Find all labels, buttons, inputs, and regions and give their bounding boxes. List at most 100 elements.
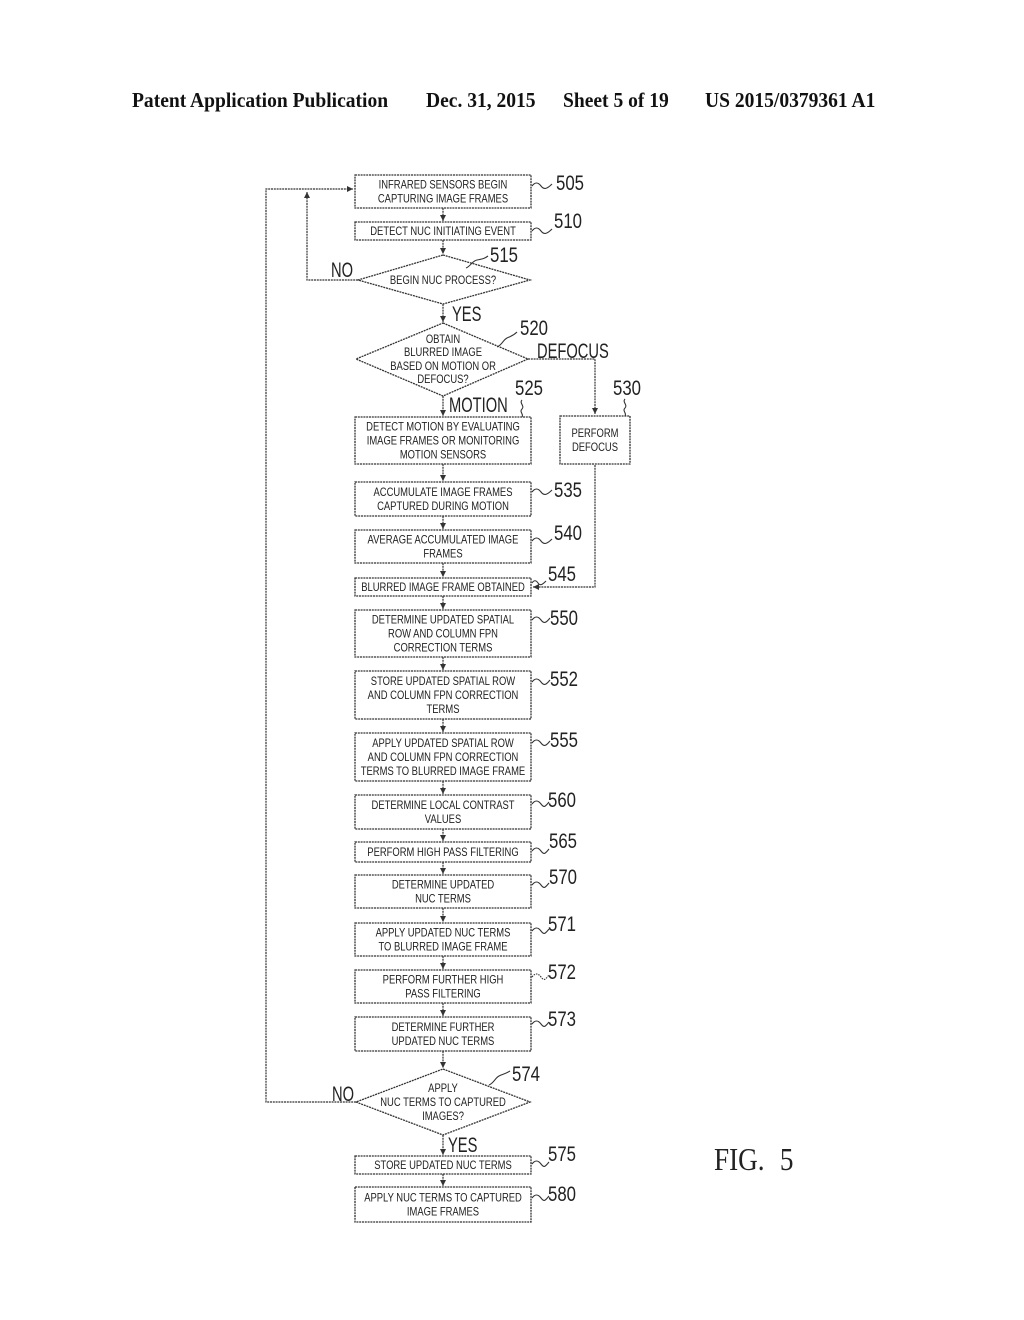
ref-label-560: 560 xyxy=(548,789,576,812)
step-555-text-line: TERMS TO BLURRED IMAGE FRAME xyxy=(361,765,525,778)
branch-label-520-motion: MOTION xyxy=(449,393,508,416)
decision-520-text-line: BLURRED IMAGE xyxy=(404,346,482,359)
step-575-text-line: STORE UPDATED NUC TERMS xyxy=(374,1159,512,1172)
decision-520-text-line: OBTAIN xyxy=(426,333,460,346)
ref-label-555: 555 xyxy=(550,729,578,752)
leader-573 xyxy=(531,1020,550,1027)
branch-label-515-yes: YES xyxy=(452,302,481,325)
leader-535 xyxy=(531,488,553,495)
leader-540 xyxy=(531,537,553,544)
step-545: BLURRED IMAGE FRAME OBTAINED 545 xyxy=(354,563,576,597)
step-505: INFRARED SENSORS BEGIN CAPTURING IMAGE F… xyxy=(354,172,584,209)
leader-550 xyxy=(531,616,551,623)
ref-label-510: 510 xyxy=(554,210,582,233)
ref-label-565: 565 xyxy=(549,830,577,853)
step-580: APPLY NUC TERMS TO CAPTURED IMAGE FRAMES… xyxy=(354,1183,576,1223)
step-535-text-line: CAPTURED DURING MOTION xyxy=(377,500,509,513)
leader-520 xyxy=(496,331,518,348)
flowchart: INFRARED SENSORS BEGIN CAPTURING IMAGE F… xyxy=(265,172,794,1223)
decision-574-text-line: APPLY xyxy=(428,1082,458,1095)
step-510-text-line: DETECT NUC INITIATING EVENT xyxy=(370,225,516,238)
ref-label-550: 550 xyxy=(550,607,578,630)
ref-label-530: 530 xyxy=(613,377,641,400)
step-560: DETERMINE LOCAL CONTRAST VALUES 560 xyxy=(354,789,576,830)
ref-label-570: 570 xyxy=(549,866,577,889)
ref-label-580: 580 xyxy=(548,1183,576,1206)
step-530-text-line: DEFOCUS xyxy=(572,441,618,454)
ref-label-505: 505 xyxy=(556,172,584,195)
patent-drawing-sheet: Patent Application Publication Dec. 31, … xyxy=(0,0,1024,1320)
ref-label-515: 515 xyxy=(490,244,518,267)
leader-560 xyxy=(531,800,550,807)
step-560-text-line: DETERMINE LOCAL CONTRAST xyxy=(372,799,516,812)
step-505-text-line: INFRARED SENSORS BEGIN xyxy=(379,179,508,192)
leader-530 xyxy=(623,398,627,417)
step-510: DETECT NUC INITIATING EVENT 510 xyxy=(354,210,582,241)
step-530-text-line: PERFORM xyxy=(571,427,618,440)
step-560-text-line: VALUES xyxy=(425,813,461,826)
ref-label-571: 571 xyxy=(548,913,576,936)
ref-label-525: 525 xyxy=(515,377,543,400)
ref-label-540: 540 xyxy=(554,522,582,545)
leader-505 xyxy=(531,182,553,189)
step-550-text-line: DETERMINE UPDATED SPATIAL xyxy=(372,614,514,627)
step-571-text-line: APPLY UPDATED NUC TERMS xyxy=(376,927,511,940)
branch-label-574-no: NO xyxy=(332,1082,354,1105)
step-525-text-line: DETECT MOTION BY EVALUATING xyxy=(366,421,520,434)
loop-574-no-to-505 xyxy=(265,186,356,1103)
decision-520: OBTAIN BLURRED IMAGE BASED ON MOTION OR … xyxy=(354,317,609,417)
step-535: ACCUMULATE IMAGE FRAMES CAPTURED DURING … xyxy=(354,479,582,517)
step-550: DETERMINE UPDATED SPATIAL ROW AND COLUMN… xyxy=(354,607,578,658)
leader-555 xyxy=(531,739,551,746)
figure-label: FIG. 5 xyxy=(714,1143,794,1177)
ref-label-520: 520 xyxy=(520,317,548,340)
step-565-text-line: PERFORM HIGH PASS FILTERING xyxy=(367,846,518,859)
decision-515: BEGIN NUC PROCESS? 515 NO YES xyxy=(331,244,533,326)
step-552-text-line: AND COLUMN FPN CORRECTION xyxy=(368,689,519,702)
branch-label-520-defocus: DEFOCUS xyxy=(537,339,609,362)
step-572-text-line: PERFORM FURTHER HIGH xyxy=(383,974,504,987)
step-550-text-line: CORRECTION TERMS xyxy=(394,642,493,655)
step-573-text-line: UPDATED NUC TERMS xyxy=(392,1035,495,1048)
step-552-text-line: TERMS xyxy=(427,703,460,716)
step-505-text-line: CAPTURING IMAGE FRAMES xyxy=(378,193,508,206)
leader-570 xyxy=(531,881,550,888)
decision-515-text-line: BEGIN NUC PROCESS? xyxy=(390,274,496,287)
step-540-text-line: FRAMES xyxy=(423,548,462,561)
ref-label-552: 552 xyxy=(550,668,578,691)
decision-574-text-line: IMAGES? xyxy=(422,1110,464,1123)
ref-label-574: 574 xyxy=(512,1063,540,1086)
step-580-text-line: APPLY NUC TERMS TO CAPTURED xyxy=(364,1192,522,1205)
step-570: DETERMINE UPDATED NUC TERMS 570 xyxy=(354,866,577,909)
step-552: STORE UPDATED SPATIAL ROW AND COLUMN FPN… xyxy=(354,668,578,720)
step-545-text-line: BLURRED IMAGE FRAME OBTAINED xyxy=(361,581,525,594)
step-540-text-line: AVERAGE ACCUMULATED IMAGE xyxy=(368,534,519,547)
ref-label-572: 572 xyxy=(548,961,576,984)
ref-label-575: 575 xyxy=(548,1143,576,1166)
leader-574 xyxy=(488,1070,511,1086)
step-572-text-line: PASS FILTERING xyxy=(405,988,481,1001)
step-565: PERFORM HIGH PASS FILTERING 565 xyxy=(354,830,577,863)
step-580-text-line: IMAGE FRAMES xyxy=(407,1206,479,1219)
step-535-text-line: ACCUMULATE IMAGE FRAMES xyxy=(374,486,513,499)
ref-label-573: 573 xyxy=(548,1008,576,1031)
leader-571 xyxy=(531,927,550,934)
step-573: DETERMINE FURTHER UPDATED NUC TERMS 573 xyxy=(354,1008,576,1052)
leader-572 xyxy=(531,973,550,980)
leader-552 xyxy=(531,678,551,685)
step-540: AVERAGE ACCUMULATED IMAGE FRAMES 540 xyxy=(354,522,582,564)
step-530: PERFORM DEFOCUS 530 xyxy=(559,377,641,465)
decision-520-text-line: BASED ON MOTION OR xyxy=(390,360,496,373)
step-555: APPLY UPDATED SPATIAL ROW AND COLUMN FPN… xyxy=(354,729,578,782)
step-570-text-line: NUC TERMS xyxy=(415,893,471,906)
step-573-text-line: DETERMINE FURTHER xyxy=(392,1021,495,1034)
step-572: PERFORM FURTHER HIGH PASS FILTERING 572 xyxy=(354,961,576,1004)
step-525-text-line: MOTION SENSORS xyxy=(400,449,486,462)
step-550-text-line: ROW AND COLUMN FPN xyxy=(388,628,498,641)
leader-510 xyxy=(531,227,553,234)
branch-label-515-no: NO xyxy=(331,258,353,281)
step-570-text-line: DETERMINE UPDATED xyxy=(392,879,495,892)
step-552-text-line: STORE UPDATED SPATIAL ROW xyxy=(371,675,515,688)
step-555-text-line: AND COLUMN FPN CORRECTION xyxy=(368,751,519,764)
branch-label-574-yes: YES xyxy=(448,1133,477,1156)
